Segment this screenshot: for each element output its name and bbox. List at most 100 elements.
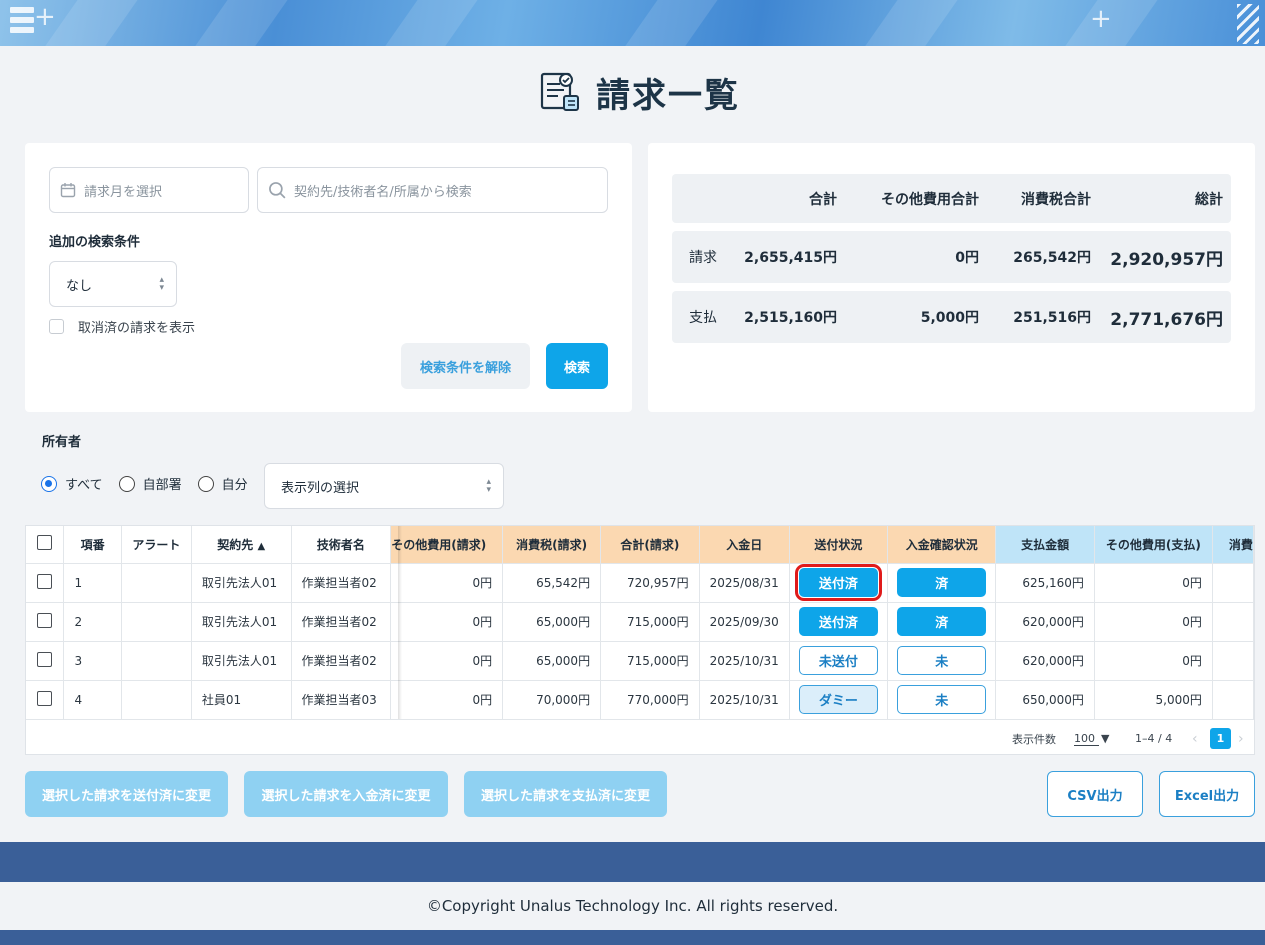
deposit-status-button[interactable]: 未 — [897, 646, 987, 675]
mark-sent-button[interactable]: 選択した請求を送付済に変更 — [25, 771, 228, 817]
cell-alert — [121, 680, 192, 720]
row-select-cell[interactable] — [26, 563, 65, 603]
prev-page-icon[interactable]: ‹ — [1192, 720, 1198, 754]
table-row[interactable]: 2 取引先法人01 作業担当者02 0円 65,000円 715,000円 2025/09/… — [26, 602, 1254, 642]
row-checkbox[interactable] — [37, 651, 53, 667]
cell-no: 2 — [63, 602, 122, 642]
cell-other-pay: 0円 — [1094, 563, 1213, 603]
cell-other-pay: 0円 — [1094, 602, 1213, 642]
row-select-cell[interactable] — [26, 680, 65, 720]
show-cancelled-checkbox[interactable] — [49, 319, 64, 334]
summary-panel: 合計 その他費用合計 消費税合計 総計 請求 2,655,415円 0円 265… — [648, 143, 1255, 412]
table-row[interactable]: 4 社員01 作業担当者03 0円 70,000円 770,000円 2025/10/31 ダ… — [26, 680, 1254, 720]
send-status-button[interactable]: 未送付 — [798, 646, 878, 675]
cell-pay-amount: 620,000円 — [995, 641, 1095, 681]
radio-selected-icon[interactable] — [41, 475, 57, 492]
invoice-document-icon — [540, 72, 579, 111]
col-header-send-status: 送付状況 — [789, 526, 889, 564]
footer-band-bottom — [0, 930, 1265, 945]
table-header-row: 項番 アラート 契約先 ▲ 技術者名 その他費用(請求) 消費税(請求) 合計(… — [26, 526, 1254, 564]
cell-payment-date: 2025/10/31 — [699, 641, 790, 681]
owner-option-all[interactable]: すべて — [41, 474, 103, 493]
cell-total-claim: 720,957円 — [600, 563, 700, 603]
send-status-button[interactable]: ダミー — [798, 685, 878, 714]
mark-deposited-button[interactable]: 選択した請求を入金済に変更 — [244, 771, 448, 817]
excel-export-button[interactable]: Excel出力 — [1159, 771, 1255, 817]
radio-icon[interactable] — [118, 475, 135, 492]
cell-deposit-status: 未 — [887, 641, 997, 681]
cell-tax-claim: 65,000円 — [502, 602, 602, 642]
page-number[interactable]: 1 — [1210, 728, 1231, 749]
owner-option-department[interactable]: 自部署 — [118, 474, 182, 493]
billing-month-picker[interactable]: 請求月を選択 — [49, 167, 249, 213]
deposit-status-button[interactable]: 済 — [897, 607, 987, 636]
send-status-button[interactable]: 送付済 — [798, 607, 878, 636]
cell-pay-amount: 620,000円 — [995, 602, 1095, 642]
row-checkbox[interactable] — [37, 690, 53, 706]
summary-row-label: 請求 — [689, 250, 717, 266]
cell-engineer: 作業担当者02 — [291, 563, 392, 603]
row-select-cell[interactable] — [26, 641, 65, 681]
owner-option-self[interactable]: 自分 — [197, 474, 248, 493]
sparkle-icon: + — [34, 2, 56, 32]
cell-payment-date: 2025/10/31 — [699, 680, 790, 720]
cell-send-status: 未送付 — [789, 641, 889, 681]
owner-option-label: 自分 — [221, 478, 248, 493]
column-select[interactable]: 表示列の選択 ▴ ▾ — [264, 463, 504, 509]
select-arrows-icon: ▴ ▾ — [486, 477, 491, 495]
table-row[interactable]: 3 取引先法人01 作業担当者02 0円 65,000円 715,000円 2025/10/… — [26, 641, 1254, 681]
page-header: 請求一覧 — [538, 68, 740, 116]
search-button[interactable]: 検索 — [546, 343, 608, 389]
cell-send-status: ダミー — [789, 680, 889, 720]
col-header-other-claim: その他費用(請求) — [390, 526, 504, 564]
csv-export-button[interactable]: CSV出力 — [1047, 771, 1143, 817]
summary-row-claim: 請求 2,655,415円 0円 265,542円 2,920,957円 — [672, 231, 1231, 283]
row-select-cell[interactable] — [26, 602, 65, 642]
table-row[interactable]: 1 取引先法人01 作業担当者02 0円 65,542円 720,957円 2025/08/… — [26, 563, 1254, 603]
page-1-button[interactable]: 1 — [1210, 720, 1231, 754]
rows-per-page-select[interactable]: 100 ▼ — [1074, 720, 1109, 754]
stripes-icon[interactable] — [1237, 4, 1259, 44]
row-checkbox[interactable] — [37, 612, 53, 628]
select-arrows-icon: ▴ ▾ — [159, 275, 164, 293]
summary-row-payment: 支払 2,515,160円 5,000円 251,516円 2,771,676円 — [672, 291, 1231, 343]
send-status-button[interactable]: 送付済 — [794, 564, 882, 601]
cell-send-status: 送付済 — [789, 602, 889, 642]
additional-conditions-select[interactable]: なし ▴ ▾ — [49, 261, 177, 307]
summary-tax: 251,516円 — [1013, 310, 1091, 326]
cell-tax-claim: 65,000円 — [502, 641, 602, 681]
cell-tax-pay — [1212, 602, 1254, 642]
select-all-checkbox[interactable] — [37, 535, 53, 551]
keyword-search-input[interactable]: 契約先/技術者名/所属から検索 — [257, 167, 608, 213]
select-all-cell[interactable] — [26, 526, 65, 564]
col-header-deposit-status: 入金確認状況 — [887, 526, 997, 564]
summary-total: 2,655,415円 — [744, 250, 837, 266]
sort-ascending-icon[interactable]: ▲ — [257, 541, 265, 552]
mark-paid-button[interactable]: 選択した請求を支払済に変更 — [464, 771, 667, 817]
table-pager: 表示件数 100 ▼ 1–4 / 4 ‹ 1 › — [26, 719, 1254, 754]
cell-total-claim: 715,000円 — [600, 641, 700, 681]
summary-grand: 2,771,676円 — [1110, 309, 1223, 330]
col-header-client[interactable]: 契約先 ▲ — [191, 526, 292, 564]
deposit-status-button[interactable]: 未 — [897, 685, 987, 714]
row-checkbox[interactable] — [37, 573, 53, 589]
frozen-column-shadow — [398, 526, 402, 719]
cell-deposit-status: 済 — [887, 602, 997, 642]
next-page-icon[interactable]: › — [1238, 720, 1244, 754]
menu-icon[interactable] — [10, 7, 34, 39]
cell-other-pay: 0円 — [1094, 641, 1213, 681]
billing-month-placeholder: 請求月を選択 — [84, 184, 163, 200]
rows-per-page-label: 表示件数 — [1012, 732, 1056, 746]
cell-tax-pay — [1212, 680, 1254, 720]
summary-row-label: 支払 — [689, 310, 717, 326]
cell-engineer: 作業担当者02 — [291, 602, 392, 642]
cell-client: 取引先法人01 — [191, 563, 292, 603]
clear-conditions-button[interactable]: 検索条件を解除 — [401, 343, 530, 389]
cell-other-claim: 0円 — [390, 641, 504, 681]
summary-header-grand: 総計 — [1195, 191, 1223, 208]
deposit-status-button[interactable]: 済 — [897, 568, 987, 597]
radio-icon[interactable] — [197, 475, 214, 492]
column-select-label: 表示列の選択 — [281, 480, 360, 496]
cell-engineer: 作業担当者02 — [291, 641, 392, 681]
owner-radio-group: すべて 自部署 自分 — [41, 474, 264, 493]
